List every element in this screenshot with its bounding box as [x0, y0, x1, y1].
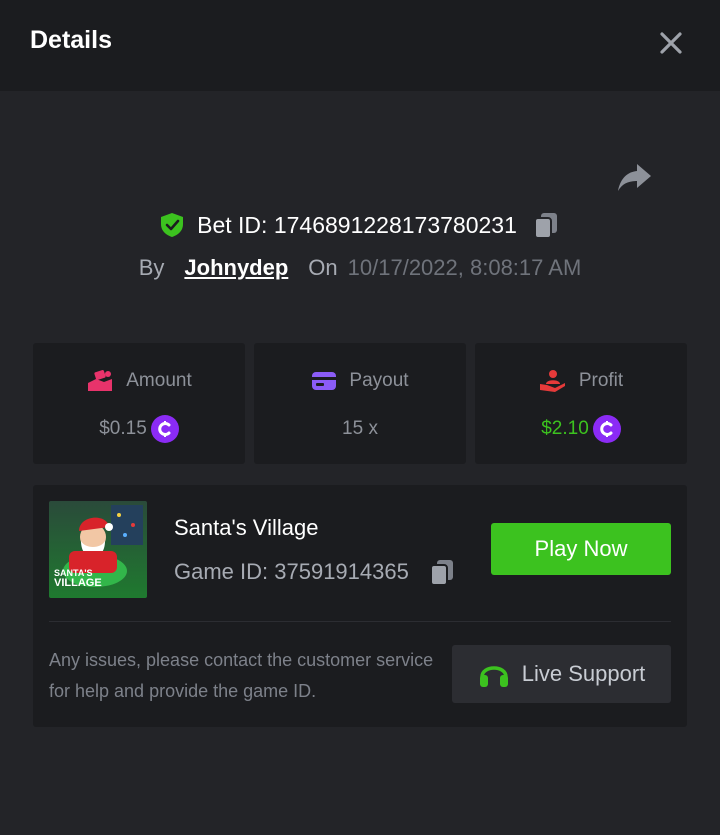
- game-thumbnail[interactable]: SANTA'S VILLAGE: [49, 501, 147, 598]
- verified-shield-icon: [161, 213, 184, 237]
- by-label: By: [138, 255, 165, 280]
- amount-label: Amount: [126, 370, 192, 391]
- headset-icon: [479, 666, 508, 687]
- profit-label: Profit: [578, 370, 624, 391]
- support-message: Any issues, please contact the customer …: [49, 650, 434, 701]
- game-name: Santa's Village: [174, 515, 319, 540]
- play-now-button[interactable]: Play Now: [491, 523, 671, 575]
- thumb-title-line2: VILLAGE: [54, 577, 102, 589]
- bet-meta-row: By Johnydep On 10/17/2022, 8:08:17 AM: [0, 252, 720, 284]
- on-label: On: [308, 255, 338, 280]
- share-button[interactable]: [614, 158, 656, 196]
- modal-title: Details: [30, 26, 112, 54]
- game-card: SANTA'S VILLAGE Santa's Village Game ID:…: [33, 485, 687, 727]
- bet-datetime: 10/17/2022, 8:08:17 AM: [347, 255, 582, 280]
- payout-card: Payout 15 x: [254, 343, 466, 464]
- amount-card: Amount $0.15: [33, 343, 245, 464]
- profit-value: $2.10: [541, 418, 589, 439]
- game-id: Game ID: 37591914365: [174, 559, 409, 584]
- bet-id: Bet ID: 1746891228173780231: [197, 211, 517, 238]
- copy-game-id-button[interactable]: [427, 556, 457, 588]
- close-icon: [660, 32, 682, 54]
- game-id-row: Game ID: 37591914365: [174, 557, 457, 587]
- hand-person-icon: [539, 370, 565, 392]
- bet-id-row: Bet ID: 1746891228173780231: [0, 206, 720, 244]
- payout-label: Payout: [349, 370, 409, 391]
- share-icon: [618, 164, 651, 191]
- modal-header: Details: [0, 0, 720, 91]
- coin-icon: [592, 415, 621, 443]
- copy-icon: [429, 560, 453, 586]
- card-icon: [312, 372, 337, 390]
- payout-value: 15 x: [342, 418, 378, 439]
- live-support-button[interactable]: Live Support: [452, 645, 671, 703]
- amount-value: $0.15: [99, 418, 147, 439]
- copy-bet-id-button[interactable]: [531, 209, 561, 241]
- coin-icon: [150, 415, 179, 443]
- profit-card: Profit $2.10: [475, 343, 687, 464]
- divider: [49, 621, 671, 622]
- money-hand-icon: [88, 370, 113, 391]
- close-button[interactable]: [654, 26, 688, 60]
- copy-icon: [533, 213, 557, 239]
- live-support-label: Live Support: [521, 661, 646, 686]
- username-link[interactable]: Johnydep: [184, 255, 288, 281]
